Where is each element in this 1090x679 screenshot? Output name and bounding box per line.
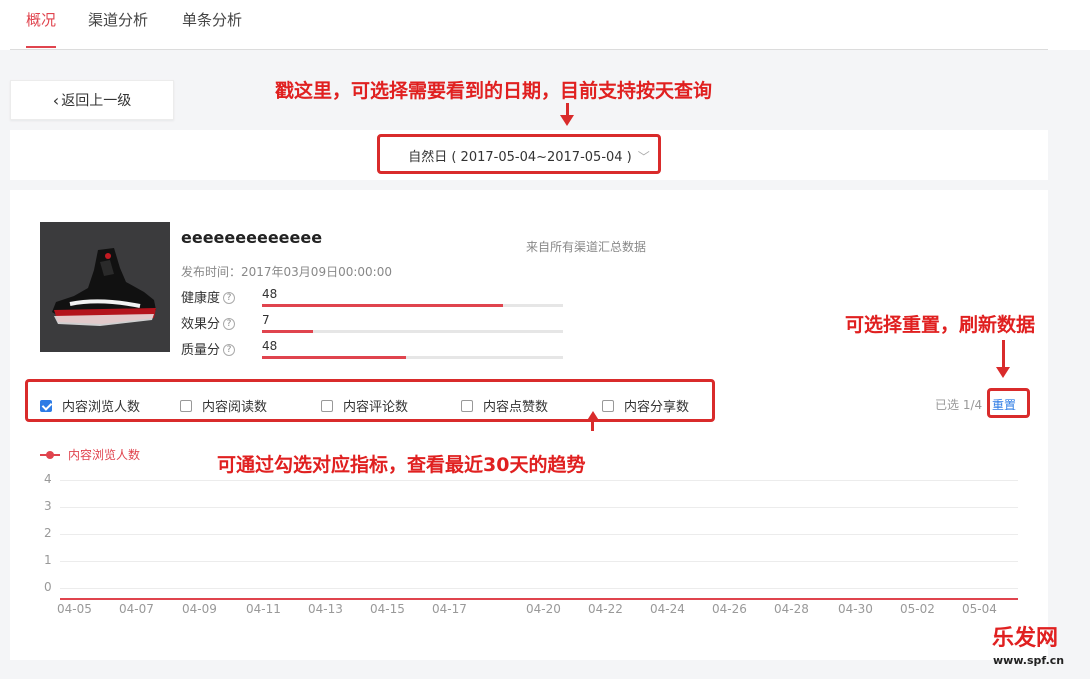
annotation-reset-hint: 可选择重置，刷新数据: [845, 314, 1036, 336]
checkbox-label: 内容评论数: [343, 400, 409, 415]
checkbox-reads[interactable]: 内容阅读数: [180, 396, 267, 415]
tab-channel-analysis[interactable]: 渠道分析: [88, 10, 148, 48]
x-tick-label: 04-26: [712, 602, 747, 616]
x-tick-label: 04-11: [246, 602, 281, 616]
grid-line: [60, 507, 1018, 508]
annotation-date-hint: 戳这里，可选择需要看到的日期，目前支持按天查询: [275, 80, 713, 102]
metric-quality: 质量分? 48: [181, 339, 601, 361]
x-tick-label: 04-22: [588, 602, 623, 616]
selected-count: 已选 1/4: [935, 398, 983, 412]
x-tick-label: 04-28: [774, 602, 809, 616]
checkbox-box[interactable]: [40, 399, 52, 412]
date-bar: 自然日 ( 2017-05-04~2017-05-04 ) ﹀: [10, 130, 1048, 180]
metric-label: 质量分?: [181, 339, 236, 358]
checkbox-label: 内容浏览人数: [62, 400, 141, 415]
metric-bar: [262, 356, 563, 359]
checkbox-label: 内容阅读数: [202, 400, 268, 415]
help-icon[interactable]: ?: [223, 292, 236, 304]
checkbox-shares[interactable]: 内容分享数: [602, 396, 689, 415]
checkbox-label: 内容分享数: [624, 400, 690, 415]
sneaker-image: [40, 222, 170, 352]
x-tick-label: 05-02: [900, 602, 935, 616]
y-tick-label: 2: [44, 526, 52, 540]
series-line: [60, 598, 1018, 600]
reset-button[interactable]: 重置: [992, 396, 1016, 413]
y-tick-label: 4: [44, 472, 52, 486]
chevron-down-icon: ﹀: [637, 150, 650, 164]
chart-legend[interactable]: 内容浏览人数: [40, 446, 140, 463]
x-tick-label: 04-24: [650, 602, 685, 616]
checkbox-box[interactable]: [321, 399, 333, 412]
x-tick-label: 04-17: [432, 602, 467, 616]
x-tick-label: 04-09: [182, 602, 217, 616]
checkbox-box[interactable]: [602, 399, 614, 412]
grid-line: [60, 588, 1018, 589]
checkbox-label: 内容点赞数: [483, 400, 549, 415]
x-tick-label: 04-20: [526, 602, 561, 616]
metric-label: 健康度?: [181, 287, 236, 306]
legend-label: 内容浏览人数: [68, 448, 141, 462]
checkbox-comments[interactable]: 内容评论数: [321, 396, 408, 415]
checkbox-box[interactable]: [461, 399, 473, 412]
metric-bar-fill: [262, 356, 407, 359]
x-tick-label: 04-15: [370, 602, 405, 616]
date-range-value: 自然日 ( 2017-05-04~2017-05-04 ): [408, 150, 632, 165]
help-icon[interactable]: ?: [223, 344, 236, 356]
checkbox-box[interactable]: [180, 399, 192, 412]
metric-checkbox-group: 内容浏览人数 内容阅读数 内容评论数 内容点赞数 内容分享数: [40, 396, 740, 416]
y-tick-label: 0: [44, 580, 52, 594]
tab-overview[interactable]: 概况: [26, 10, 57, 48]
grid-line: [60, 561, 1018, 562]
article-card: eeeeeeeeeeeee 来自所有渠道汇总数据 发布时间：2017年03月09…: [10, 190, 1048, 660]
x-tick-label: 04-30: [838, 602, 873, 616]
y-tick-label: 1: [44, 553, 52, 567]
metric-health: 健康度? 48: [181, 287, 601, 309]
metric-bar-fill: [262, 304, 503, 307]
x-tick-label: 05-04: [962, 602, 997, 616]
x-tick-label: 04-07: [119, 602, 154, 616]
back-button-label: 返回上一级: [61, 93, 132, 109]
chevron-left-icon: ‹: [52, 90, 60, 110]
publish-time: 发布时间：2017年03月09日00:00:00: [181, 265, 392, 279]
arrow-down-icon: [996, 340, 1010, 378]
metric-value: 48: [262, 339, 278, 353]
grid-line: [60, 534, 1018, 535]
date-range-select[interactable]: 自然日 ( 2017-05-04~2017-05-04 ) ﹀: [10, 146, 1048, 165]
help-icon[interactable]: ?: [223, 318, 236, 330]
metric-bar-fill: [262, 330, 314, 333]
checkbox-views[interactable]: 内容浏览人数: [40, 396, 140, 415]
tab-bar: 概况 渠道分析 单条分析: [10, 0, 1048, 50]
grid-line: [60, 480, 1018, 481]
data-source-note: 来自所有渠道汇总数据: [526, 240, 647, 254]
arrow-down-icon: [560, 103, 574, 126]
x-tick-label: 04-05: [57, 602, 92, 616]
metric-effect: 效果分? 7: [181, 313, 601, 335]
arrow-up-icon: [591, 421, 594, 431]
legend-marker-icon: [40, 450, 60, 459]
x-tick-label: 04-13: [308, 602, 343, 616]
annotation-check-hint: 可通过勾选对应指标，查看最近30天的趋势: [217, 454, 586, 476]
back-button[interactable]: ‹ 返回上一级: [10, 80, 174, 120]
metric-label: 效果分?: [181, 313, 236, 332]
watermark-url: www.spf.cn: [993, 654, 1065, 667]
y-tick-label: 3: [44, 499, 52, 513]
checkbox-likes[interactable]: 内容点赞数: [461, 396, 548, 415]
metric-value: 48: [262, 287, 278, 301]
metric-value: 7: [262, 313, 270, 327]
tab-single-analysis[interactable]: 单条分析: [182, 10, 242, 48]
metric-bar: [262, 304, 563, 307]
metric-bar: [262, 330, 563, 333]
article-title: eeeeeeeeeeeee: [181, 228, 323, 247]
watermark-text: 乐发网: [992, 626, 1059, 651]
